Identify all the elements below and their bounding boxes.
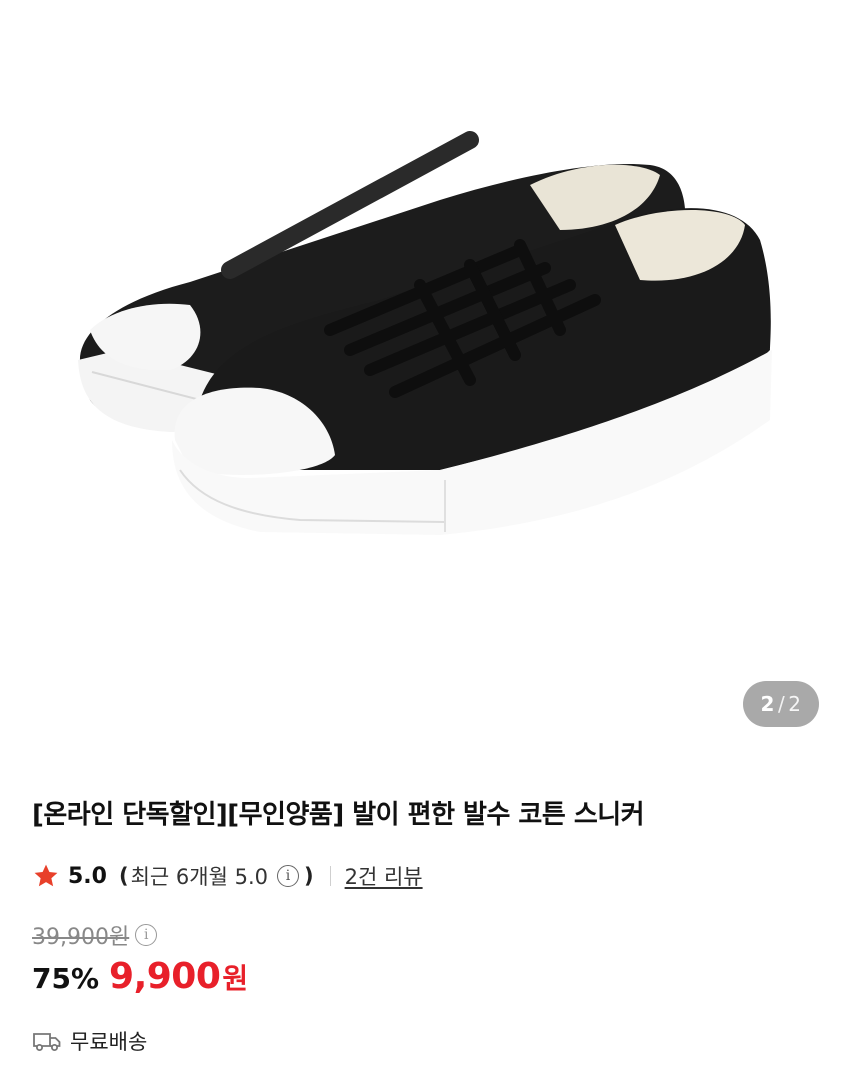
info-icon[interactable]: i bbox=[276, 865, 299, 887]
sale-price-unit: 원 bbox=[222, 962, 249, 995]
truck-icon bbox=[33, 1033, 61, 1051]
open-paren: ( bbox=[118, 864, 129, 888]
product-image-sneakers bbox=[78, 131, 772, 535]
original-price: 39,900원 bbox=[32, 925, 130, 950]
product-image-carousel[interactable]: 2 / 2 bbox=[0, 0, 850, 760]
total-page-number: 2 bbox=[788, 692, 802, 716]
image-page-indicator: 2 / 2 bbox=[743, 681, 819, 727]
product-detail-page: 2 / 2 [온라인 단독할인][무인양품] 발이 편한 발수 코튼 스니커 5… bbox=[0, 0, 850, 1085]
shipping-row: 무료배송 bbox=[32, 1024, 147, 1058]
shipping-label: 무료배송 bbox=[70, 1030, 148, 1054]
recent-rating-label: 최근 6개월 5.0 bbox=[130, 865, 268, 889]
discount-rate: 75% bbox=[32, 962, 100, 995]
divider bbox=[329, 866, 331, 886]
rating-row: 5.0 ( 최근 6개월 5.0 i ) 2건 리뷰 bbox=[32, 858, 423, 894]
close-paren: ) bbox=[303, 864, 314, 888]
current-page-number: 2 bbox=[760, 692, 775, 716]
sale-price: 9,900 bbox=[109, 956, 221, 997]
product-title: [온라인 단독할인][무인양품] 발이 편한 발수 코튼 스니커 bbox=[32, 800, 645, 830]
review-count-link[interactable]: 2건 리뷰 bbox=[345, 861, 423, 891]
price-info-icon[interactable]: i bbox=[135, 924, 158, 946]
rating-score: 5.0 bbox=[68, 863, 107, 889]
star-icon bbox=[34, 864, 58, 887]
sale-price-row: 75% 9,900 원 bbox=[32, 956, 248, 1006]
recent-rating: ( 최근 6개월 5.0 i ) bbox=[119, 861, 314, 891]
page-separator: / bbox=[777, 692, 786, 716]
original-price-row: 39,900원 i bbox=[32, 918, 162, 952]
